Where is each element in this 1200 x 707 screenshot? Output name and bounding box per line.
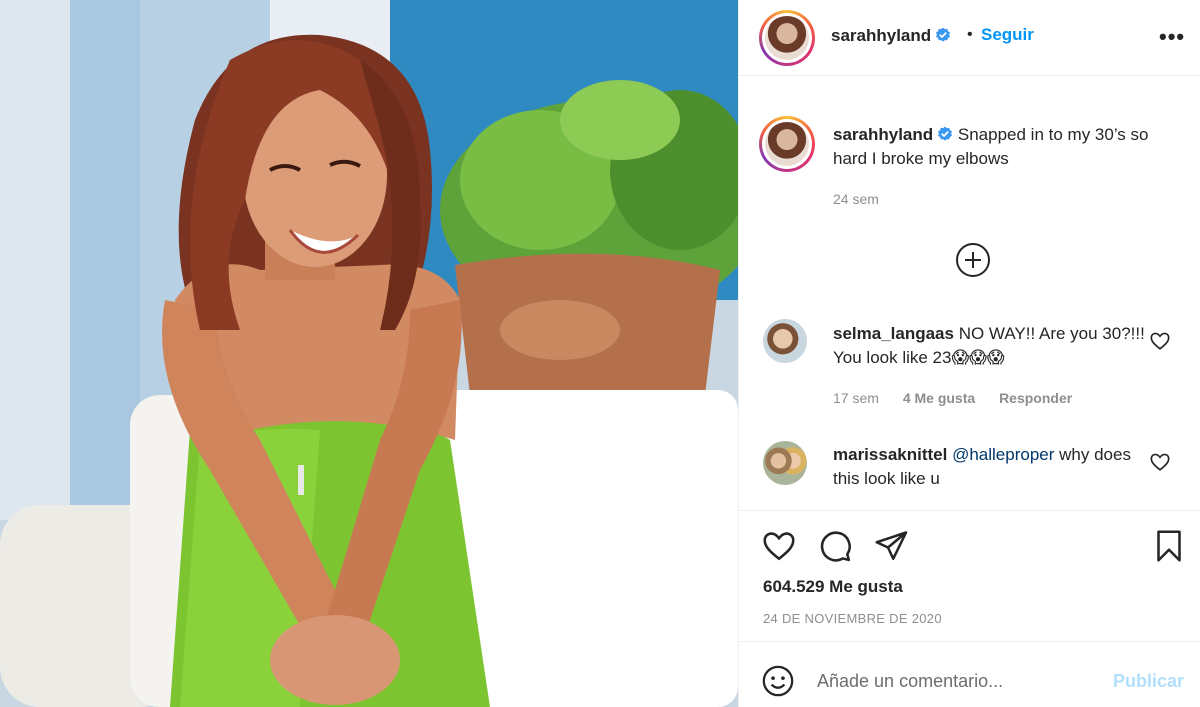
post-header: sarahhyland • Seguir ••• <box>739 0 1200 76</box>
caption-username[interactable]: sarahhyland <box>833 125 933 144</box>
comments-section: sarahhyland Snapped in to my 30’s so har… <box>739 77 1200 510</box>
comment-username[interactable]: selma_langaas <box>833 324 954 343</box>
verified-badge-icon <box>938 126 953 141</box>
comment-like-heart-icon[interactable] <box>1149 451 1171 473</box>
comment-like-heart-icon[interactable] <box>1149 330 1171 352</box>
comment-timestamp[interactable]: 17 sem <box>833 390 879 406</box>
add-comment-bar: Publicar <box>739 641 1200 707</box>
comment-item: selma_langaas NO WAY!! Are you 30?!!! Yo… <box>833 322 1153 370</box>
separator-dot: • <box>967 26 973 43</box>
load-more-comments-icon[interactable] <box>956 243 990 277</box>
caption-author-avatar[interactable] <box>759 116 815 172</box>
more-options-icon[interactable]: ••• <box>1159 24 1185 50</box>
comment-likes-count[interactable]: 4 Me gusta <box>903 390 975 406</box>
comment-item: marissaknittel @halleproper why does thi… <box>833 443 1153 491</box>
caption: sarahhyland Snapped in to my 30’s so har… <box>833 123 1173 171</box>
comment-mention-link[interactable]: @halleproper <box>952 445 1054 464</box>
reply-button[interactable]: Responder <box>999 390 1072 406</box>
post-side-panel: sarahhyland • Seguir ••• sarahhyland Sna… <box>738 0 1200 707</box>
author-username: sarahhyland <box>831 26 932 45</box>
follow-button[interactable]: Seguir <box>981 25 1034 45</box>
comment-meta: 17 sem 4 Me gusta Responder <box>833 390 1092 406</box>
bookmark-icon[interactable] <box>1151 528 1187 564</box>
commenter-avatar[interactable] <box>763 319 807 363</box>
share-icon[interactable] <box>873 528 909 564</box>
comment-username[interactable]: marissaknittel <box>833 445 947 464</box>
emoji-icon[interactable] <box>761 664 795 698</box>
commenter-avatar[interactable] <box>763 441 807 485</box>
heart-icon[interactable] <box>761 528 797 564</box>
author-username-link[interactable]: sarahhyland <box>831 26 951 46</box>
caption-timestamp[interactable]: 24 sem <box>833 191 879 207</box>
publish-button[interactable]: Publicar <box>1113 671 1184 692</box>
post-actions: 604.529 Me gusta 24 DE NOVIEMBRE DE 2020 <box>739 510 1200 640</box>
verified-badge-icon <box>936 27 951 42</box>
post-date: 24 DE NOVIEMBRE DE 2020 <box>763 611 942 626</box>
post-photo[interactable] <box>0 0 738 707</box>
comment-input[interactable] <box>817 664 1117 698</box>
post-photo-illustration <box>0 0 738 707</box>
comment-icon[interactable] <box>817 528 853 564</box>
likes-count[interactable]: 604.529 Me gusta <box>763 577 903 597</box>
author-avatar[interactable] <box>759 10 815 66</box>
